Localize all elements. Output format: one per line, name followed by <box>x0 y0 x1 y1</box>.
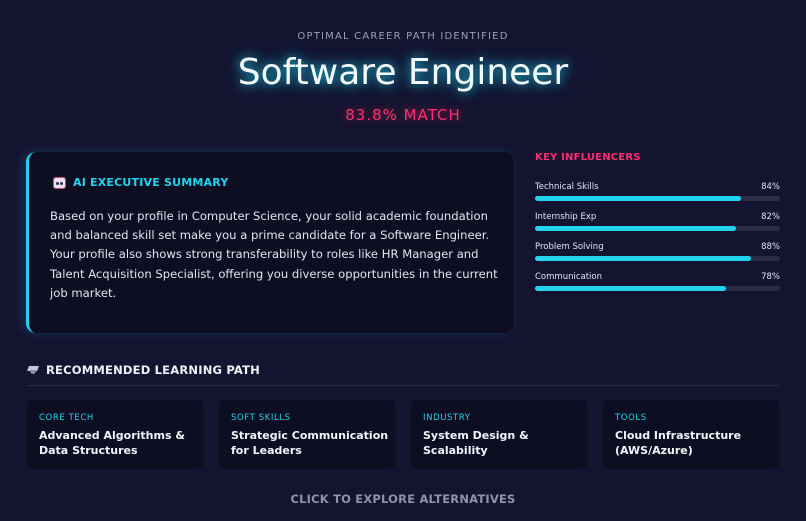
influencer-bar-fill <box>535 196 741 201</box>
influencer-bar-fill <box>535 226 736 231</box>
learning-card-tools[interactable]: TOOLS Cloud Infrastructure (AWS/Azure) <box>603 400 779 469</box>
learning-card-industry[interactable]: INDUSTRY System Design & Scalability <box>411 400 587 469</box>
key-influencers-title: KEY INFLUENCERS <box>535 152 641 163</box>
influencer-label: Technical Skills <box>535 182 599 192</box>
influencer-bar-track <box>535 286 780 291</box>
learning-card-title: System Design & Scalability <box>423 429 529 457</box>
learning-card-title: Cloud Infrastructure (AWS/Azure) <box>615 429 742 457</box>
influencer-value: 82% <box>761 212 780 222</box>
influencer-bar-track <box>535 196 780 201</box>
influencer-bar-fill <box>535 286 727 291</box>
influencer-label: Communication <box>535 272 602 282</box>
page-eyebrow: OPTIMAL CAREER PATH IDENTIFIED <box>297 31 509 42</box>
influencer-value: 84% <box>761 182 780 192</box>
influencer-value: 88% <box>761 242 780 252</box>
learning-card-title: Advanced Algorithms & Data Structures <box>39 429 185 457</box>
influencer-label: Internship Exp <box>535 212 597 222</box>
influencer-bar-fill <box>535 256 751 261</box>
learning-path-header: RECOMMENDED LEARNING PATH <box>27 363 260 377</box>
career-title: Software Engineer <box>237 52 569 93</box>
influencer-bar-track <box>535 226 780 231</box>
influencer-value: 78% <box>761 272 780 282</box>
ai-summary-panel: AI EXECUTIVE SUMMARY Based on your profi… <box>26 152 514 333</box>
learning-card-category: TOOLS <box>615 413 647 423</box>
influencer-label: Problem Solving <box>535 242 604 252</box>
learning-card-category: CORE TECH <box>39 413 94 423</box>
ai-summary-title: AI EXECUTIVE SUMMARY <box>73 176 229 189</box>
match-score: 83.8% MATCH <box>345 106 461 124</box>
ai-summary-text: Based on your profile in Computer Scienc… <box>50 209 498 300</box>
learning-card-core-tech[interactable]: CORE TECH Advanced Algorithms & Data Str… <box>27 400 203 469</box>
graduation-cap-icon <box>27 364 39 376</box>
learning-path-title: RECOMMENDED LEARNING PATH <box>46 363 261 377</box>
section-divider <box>27 385 779 386</box>
key-influencers-panel: KEY INFLUENCERS Technical Skills 84% Int… <box>535 152 780 291</box>
explore-alternatives-button[interactable]: CLICK TO EXPLORE ALTERNATIVES <box>0 492 806 506</box>
ai-summary-header: AI EXECUTIVE SUMMARY <box>53 176 229 189</box>
learning-card-title: Strategic Communication for Leaders <box>231 429 389 457</box>
influencer-bar-track <box>535 256 780 261</box>
learning-card-category: SOFT SKILLS <box>231 413 291 423</box>
learning-card-category: INDUSTRY <box>423 413 471 423</box>
robot-icon <box>53 176 66 189</box>
learning-card-soft-skills[interactable]: SOFT SKILLS Strategic Communication for … <box>219 400 395 469</box>
